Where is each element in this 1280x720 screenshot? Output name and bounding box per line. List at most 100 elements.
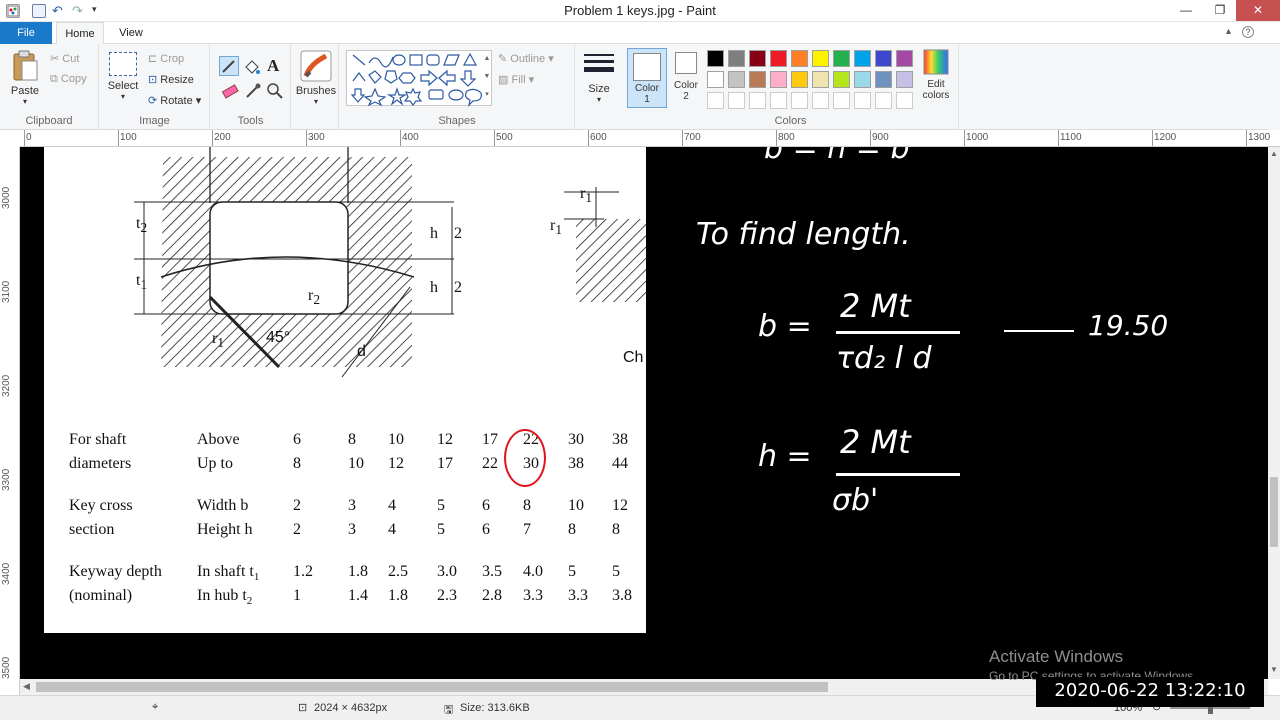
size-lines-icon	[584, 54, 614, 72]
magnifier-icon[interactable]	[266, 82, 284, 100]
color-swatch[interactable]	[812, 71, 829, 88]
color-swatch[interactable]	[728, 50, 745, 67]
label-t1: t1	[136, 272, 147, 293]
color-swatch[interactable]	[707, 50, 724, 67]
rotate-button[interactable]: ⟳ Rotate ▾	[148, 94, 201, 107]
empty-color-swatch[interactable]	[770, 92, 787, 109]
fill-icon: ▨	[498, 74, 509, 86]
color-swatch[interactable]	[749, 50, 766, 67]
ribbon-right-scroll-icon	[1268, 44, 1280, 130]
tab-home[interactable]: Home	[56, 22, 104, 45]
color-swatch[interactable]	[854, 50, 871, 67]
fig-two2: 2	[454, 279, 462, 296]
vertical-scrollbar[interactable]: ▲ ▼	[1268, 147, 1280, 679]
crop-button[interactable]: ⊏ Crop	[148, 52, 184, 65]
ribbon-tabs: File Home View ▴ ?	[0, 22, 1280, 45]
cut-button[interactable]: ✂ Cut	[50, 52, 79, 65]
table-row-sublabel: Up to	[197, 455, 233, 473]
table-cell: 22	[482, 455, 498, 472]
tab-file[interactable]: File	[0, 22, 52, 44]
text-tool-icon[interactable]: A	[267, 56, 279, 76]
table-sublabel-text: Width b	[197, 497, 249, 514]
canvas[interactable]: h 2 h 2 t2 t1 r2 r1 45° d r1 r1 Ch For s…	[20, 147, 1268, 679]
color-swatch[interactable]	[854, 71, 871, 88]
resize-button[interactable]: ⊡ Resize	[148, 73, 194, 86]
empty-color-swatch[interactable]	[833, 92, 850, 109]
size-group: Size ▾	[576, 44, 622, 130]
table-cell: 2.5	[388, 563, 408, 580]
fig-r1-side-sub: 1	[585, 190, 592, 206]
empty-color-swatch[interactable]	[896, 92, 913, 109]
outline-button[interactable]: ✎ Outline ▾	[498, 52, 554, 65]
note-h-eq: h =	[758, 439, 812, 474]
ruler-label: 900	[872, 132, 889, 143]
table-cell: 10	[388, 431, 404, 448]
tab-view[interactable]: View	[110, 22, 152, 44]
empty-color-swatch[interactable]	[749, 92, 766, 109]
empty-color-swatch[interactable]	[854, 92, 871, 109]
color-swatch[interactable]	[770, 71, 787, 88]
color1-label: Color 1	[635, 83, 659, 105]
select-button[interactable]: Select ▾	[104, 52, 142, 101]
maximize-button[interactable]: ❐	[1204, 0, 1236, 21]
color-swatch[interactable]	[833, 50, 850, 67]
table-cell: 3	[348, 497, 356, 514]
fill-button[interactable]: ▨ Fill ▾	[498, 73, 534, 86]
table-row-sublabel: Width b	[197, 497, 248, 515]
color-picker-icon[interactable]	[244, 82, 262, 100]
table-cell: 10	[568, 497, 584, 514]
color2-button[interactable]: Color 2	[671, 52, 701, 102]
color-swatch[interactable]	[749, 71, 766, 88]
color-swatch[interactable]	[770, 50, 787, 67]
paste-button[interactable]: Paste ▾	[6, 50, 44, 106]
scroll-down-arrow[interactable]: ▼	[1270, 665, 1278, 674]
tools-group-label: Tools	[237, 115, 264, 127]
edit-colors-button[interactable]: Edit colors	[915, 48, 957, 101]
color-swatch[interactable]	[833, 71, 850, 88]
collapse-ribbon-icon[interactable]: ▴	[1226, 26, 1231, 37]
file-size-icon: 🖫	[444, 704, 454, 716]
color-swatch[interactable]	[896, 71, 913, 88]
vertical-scroll-thumb[interactable]	[1270, 477, 1278, 547]
color1-button[interactable]: Color 1	[627, 48, 667, 108]
ruler-tick	[1246, 130, 1247, 146]
empty-color-swatch[interactable]	[707, 92, 724, 109]
window-title: Problem 1 keys.jpg - Paint	[564, 3, 716, 18]
ruler-label: 500	[496, 132, 513, 143]
ruler-tick	[682, 130, 683, 146]
empty-color-swatch[interactable]	[812, 92, 829, 109]
shapes-scroll[interactable]: ▲ ▼ ▾	[482, 50, 492, 106]
brushes-button[interactable]: Brushes ▾	[294, 50, 338, 106]
fill-bucket-icon[interactable]	[243, 58, 261, 76]
zoom-slider[interactable]	[1170, 701, 1250, 714]
color-swatch[interactable]	[896, 50, 913, 67]
color-swatch[interactable]	[791, 50, 808, 67]
label-d: d	[357, 343, 366, 360]
color-swatch[interactable]	[707, 71, 724, 88]
minimize-button[interactable]: —	[1170, 0, 1202, 21]
copy-button[interactable]: ⧉ Copy	[50, 73, 87, 86]
eraser-icon[interactable]	[221, 82, 239, 100]
help-icon[interactable]: ?	[1242, 26, 1254, 38]
shapes-gallery[interactable]	[346, 50, 492, 107]
ruler-label: 3400	[1, 562, 12, 585]
vertical-ruler: 3000 3100 3200 3300 3400 3500	[0, 147, 20, 695]
scroll-left-arrow[interactable]: ◀	[23, 681, 30, 692]
horizontal-scroll-thumb[interactable]	[36, 682, 828, 692]
scissors-icon: ✂	[50, 53, 60, 65]
brush-icon	[300, 50, 332, 82]
edit-colors-label: Edit colors	[922, 79, 950, 101]
pencil-tool[interactable]	[219, 56, 239, 76]
color-swatch[interactable]	[875, 50, 892, 67]
color-swatch[interactable]	[812, 50, 829, 67]
empty-color-swatch[interactable]	[728, 92, 745, 109]
color-swatch[interactable]	[791, 71, 808, 88]
empty-color-swatch[interactable]	[875, 92, 892, 109]
size-button[interactable]: Size ▾	[580, 52, 618, 104]
scroll-up-arrow[interactable]: ▲	[1270, 149, 1278, 158]
color-swatch[interactable]	[728, 71, 745, 88]
empty-color-swatch[interactable]	[791, 92, 808, 109]
color-swatch[interactable]	[875, 71, 892, 88]
note-h-den: σb'	[832, 483, 879, 518]
close-button[interactable]: ✕	[1236, 0, 1280, 21]
